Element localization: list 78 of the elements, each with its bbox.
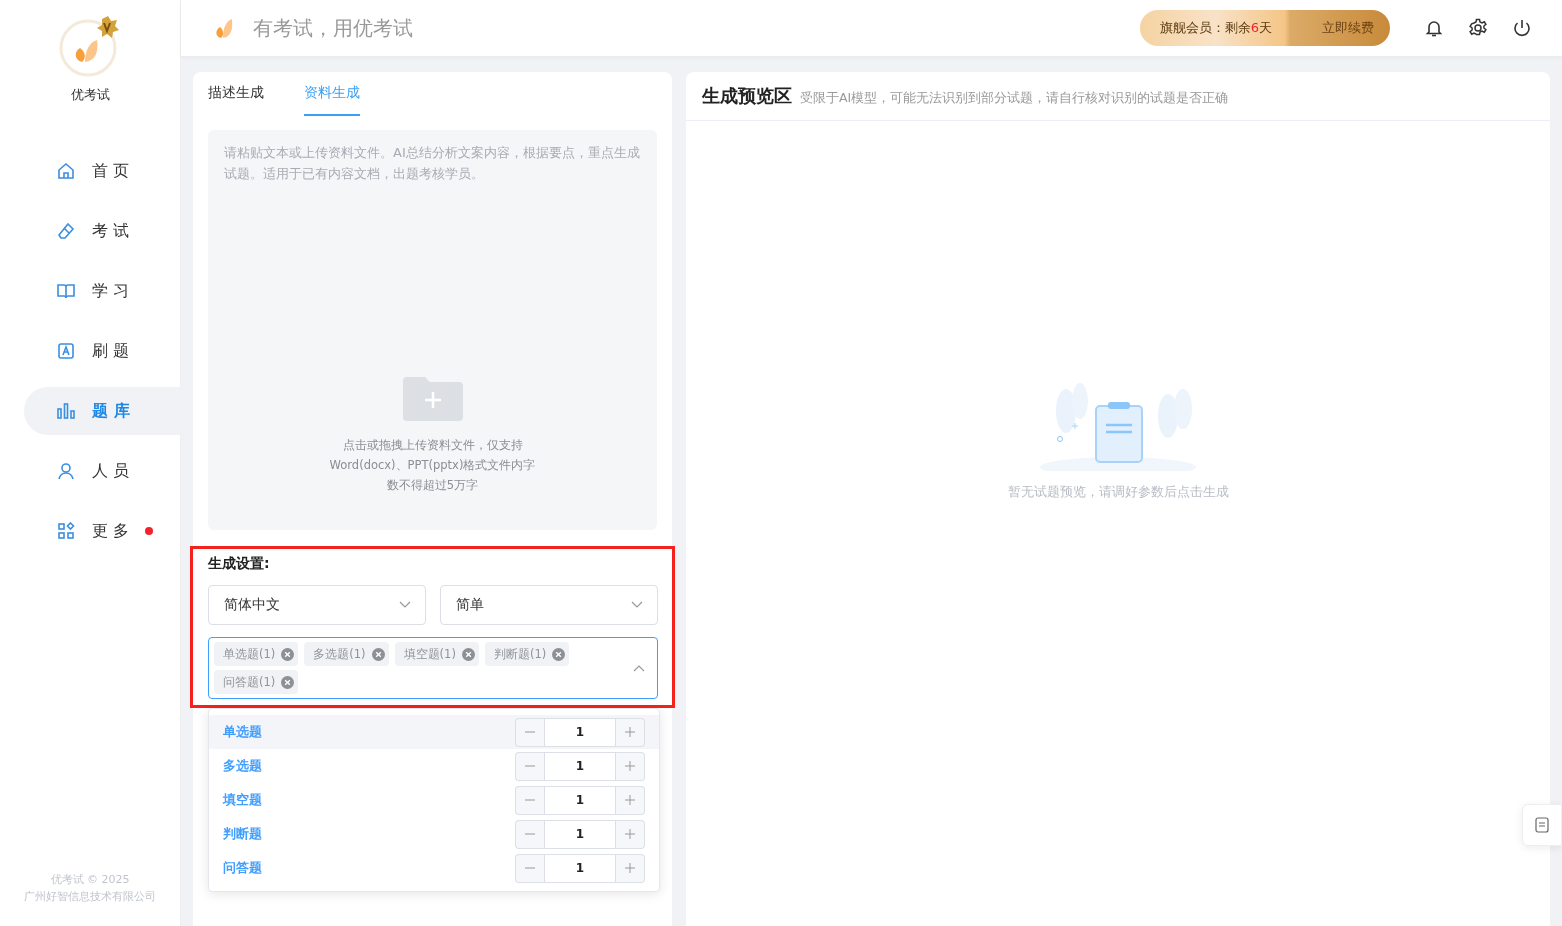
sidebar-item[interactable]: 学 习 bbox=[24, 267, 181, 315]
plus-icon bbox=[625, 727, 635, 737]
increment-button[interactable] bbox=[616, 853, 645, 883]
home-icon bbox=[56, 161, 76, 181]
dropdown-option[interactable]: 多选题 1 bbox=[209, 749, 659, 783]
renew-button[interactable]: 立即续费 bbox=[1310, 10, 1390, 46]
settings-title: 生成设置: bbox=[208, 555, 271, 573]
chevron-down-icon bbox=[399, 601, 411, 609]
remove-icon[interactable] bbox=[371, 647, 385, 661]
settings-icon[interactable] bbox=[1468, 18, 1488, 38]
sidebar-item[interactable]: 考 试 bbox=[24, 207, 181, 255]
quantity-field[interactable]: 1 bbox=[544, 853, 616, 883]
option-label: 填空题 bbox=[223, 791, 262, 809]
sidebar-item[interactable]: 更 多 bbox=[24, 507, 181, 555]
decrement-button[interactable] bbox=[515, 717, 544, 747]
sidebar-item[interactable]: 刷 题 bbox=[24, 327, 181, 375]
document-icon bbox=[1535, 817, 1549, 833]
remove-icon[interactable] bbox=[281, 675, 295, 689]
remove-icon[interactable] bbox=[281, 647, 295, 661]
tag: 填空题(1) bbox=[394, 642, 479, 666]
eraser-icon bbox=[56, 221, 76, 241]
dropdown-option[interactable]: 问答题 1 bbox=[209, 851, 659, 885]
empty-message: 暂无试题预览，请调好参数后点击生成 bbox=[1007, 483, 1229, 501]
bell-icon[interactable] bbox=[1424, 18, 1444, 38]
option-label: 判断题 bbox=[223, 825, 262, 843]
sidebar-item[interactable]: 首 页 bbox=[24, 147, 181, 195]
floating-note-button[interactable] bbox=[1522, 804, 1562, 846]
decrement-button[interactable] bbox=[515, 785, 544, 815]
logo-icon bbox=[215, 16, 235, 40]
difficulty-select[interactable]: 简单 bbox=[440, 585, 658, 625]
plus-icon bbox=[625, 795, 635, 805]
option-label: 单选题 bbox=[223, 723, 262, 741]
book-icon bbox=[56, 281, 76, 301]
decrement-button[interactable] bbox=[515, 819, 544, 849]
decrement-button[interactable] bbox=[515, 853, 544, 883]
folder-plus-icon[interactable] bbox=[402, 377, 463, 421]
tab[interactable]: 描述生成 bbox=[208, 84, 264, 116]
person-icon bbox=[56, 461, 76, 481]
letter-icon bbox=[56, 341, 76, 361]
increment-button[interactable] bbox=[616, 819, 645, 849]
material-input[interactable]: 请粘贴文本或上传资料文件。AI总结分析文案内容，根据要点，重点生成试题。适用于已有内容文档，出题考核学员。 bbox=[224, 142, 641, 202]
grid-icon bbox=[56, 521, 76, 541]
bar-chart-icon bbox=[56, 401, 76, 421]
tag: 多选题(1) bbox=[304, 642, 389, 666]
tag: 判断题(1) bbox=[484, 642, 570, 666]
copyright-text: 优考试 © 2025 bbox=[50, 872, 130, 887]
app-name: 优考试 bbox=[70, 86, 110, 104]
option-label: 问答题 bbox=[223, 859, 262, 877]
increment-button[interactable] bbox=[616, 785, 645, 815]
dropdown-option[interactable]: 判断题 1 bbox=[209, 817, 659, 851]
plus-icon bbox=[625, 863, 635, 873]
increment-button[interactable] bbox=[616, 751, 645, 781]
preview-note: 受限于AI模型，可能无法识别到部分试题，请自行核对识别的试题是否正确 bbox=[800, 90, 1229, 107]
quantity-field[interactable]: 1 bbox=[544, 751, 616, 781]
plus-icon bbox=[625, 761, 635, 771]
tag: 单选题(1) bbox=[214, 642, 299, 666]
dropdown-option[interactable]: 单选题 1 bbox=[209, 715, 659, 749]
quantity-field[interactable]: 1 bbox=[544, 717, 616, 747]
remove-icon[interactable] bbox=[461, 647, 475, 661]
decrement-button[interactable] bbox=[515, 751, 544, 781]
quantity-field[interactable]: 1 bbox=[544, 785, 616, 815]
preview-title: 生成预览区 bbox=[702, 84, 792, 108]
logo-icon bbox=[58, 14, 122, 78]
remove-icon[interactable] bbox=[552, 647, 566, 661]
power-icon[interactable] bbox=[1512, 18, 1532, 38]
upload-hint: 点击或拖拽上传资料文件，仅支持 Word(docx)、PPT(pptx)格式文件内字 数不得超过5万字 bbox=[329, 437, 536, 494]
plus-icon bbox=[625, 829, 635, 839]
chevron-up-icon[interactable] bbox=[633, 664, 645, 672]
membership-status: 旗舰会员：剩余6天 bbox=[1158, 19, 1273, 37]
slogan: 有考试，用优考试 bbox=[253, 14, 413, 42]
tag: 问答题(1) bbox=[214, 670, 299, 694]
option-label: 多选题 bbox=[223, 757, 262, 775]
language-select[interactable]: 简体中文 bbox=[208, 585, 426, 625]
quantity-field[interactable]: 1 bbox=[544, 819, 616, 849]
dropdown-option[interactable]: 填空题 1 bbox=[209, 783, 659, 817]
increment-button[interactable] bbox=[616, 717, 645, 747]
chevron-down-icon bbox=[631, 601, 643, 609]
sidebar-item[interactable]: 人 员 bbox=[24, 447, 181, 495]
